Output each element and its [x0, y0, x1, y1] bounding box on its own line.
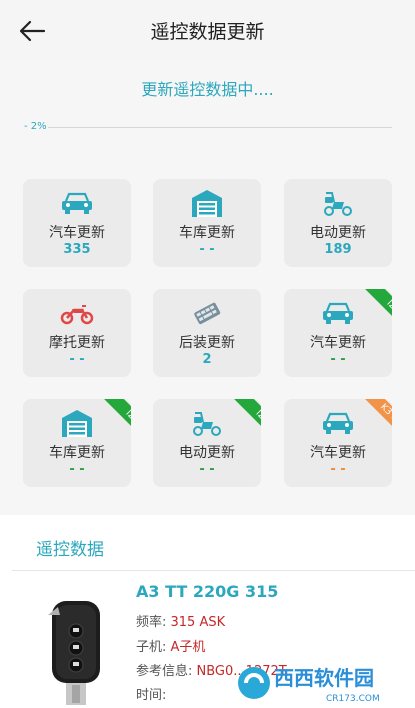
frequency-row: 频率: 315 ASK: [136, 611, 225, 630]
scooter-icon: [284, 189, 392, 217]
watermark-url: CR173.COM: [326, 694, 380, 704]
time-row: 时间:: [136, 684, 166, 703]
update-tile-2[interactable]: 车库更新 - -: [153, 179, 261, 267]
tile-count: - -: [199, 462, 215, 477]
ribbon-label: I2: [100, 399, 131, 435]
progress-bar: [48, 127, 392, 128]
tile-count: 2: [202, 352, 212, 367]
tile-label: 汽车更新: [310, 445, 366, 461]
progress-percent-label: - 2%: [24, 121, 47, 132]
ribbon-label: K3 eff: [361, 399, 392, 435]
corner-ribbon: I2: [356, 289, 392, 325]
ribbon-label: I2: [230, 399, 261, 435]
tile-label: 车库更新: [179, 225, 235, 241]
update-tile-5[interactable]: 后装更新 2: [153, 289, 261, 377]
corner-ribbon: I2: [225, 399, 261, 435]
update-status-text: 更新遥控数据中....: [141, 80, 274, 99]
sub-unit-row: 子机: A子机: [136, 636, 205, 655]
sub-unit-label: 子机:: [136, 640, 171, 655]
corner-ribbon: K3 eff: [356, 399, 392, 435]
tile-label: 电动更新: [179, 445, 235, 461]
frequency-label: 频率:: [136, 615, 171, 630]
car-key-remote-image: [48, 601, 100, 705]
tile-label: 摩托更新: [49, 335, 105, 351]
page-title: 遥控数据更新: [150, 21, 265, 43]
update-category-grid: 汽车更新 335 车库更新 - - 电动更新 189 摩托更新 - - 后装更新 2 汽车更新 - -…: [23, 179, 392, 487]
motorcycle-icon: [23, 299, 131, 327]
watermark-brand: 西西软件园: [274, 666, 374, 690]
update-tile-8[interactable]: 电动更新 - - I2: [153, 399, 261, 487]
reference-label: 参考信息:: [136, 664, 197, 679]
update-tile-4[interactable]: 摩托更新 - -: [23, 289, 131, 377]
update-tile-6[interactable]: 汽车更新 - - I2: [284, 289, 392, 377]
tile-count: - -: [69, 462, 85, 477]
tile-label: 汽车更新: [310, 335, 366, 351]
frequency-value: 315 ASK: [170, 615, 226, 630]
update-tile-9[interactable]: 汽车更新 - - K3 eff: [284, 399, 392, 487]
site-watermark-logo: 西西软件园 CR173.COM: [238, 666, 380, 704]
update-tile-7[interactable]: 车库更新 - - I2: [23, 399, 131, 487]
tile-label: 电动更新: [310, 225, 366, 241]
section-title: 遥控数据: [36, 540, 104, 560]
corner-ribbon: I2: [95, 399, 131, 435]
update-tile-1[interactable]: 汽车更新 335: [23, 179, 131, 267]
ribbon-label: I2: [361, 289, 392, 325]
tile-count: - -: [330, 462, 346, 477]
divider: [12, 570, 415, 571]
tile-label: 后装更新: [179, 335, 235, 351]
sub-unit-value: A子机: [170, 640, 206, 655]
car-icon: [23, 189, 131, 217]
garage-icon: [153, 189, 261, 217]
time-label: 时间:: [136, 688, 167, 703]
keyboard-icon: [153, 299, 261, 327]
tile-count: - -: [199, 242, 215, 257]
tile-label: 车库更新: [49, 445, 105, 461]
update-tile-3[interactable]: 电动更新 189: [284, 179, 392, 267]
tile-count: - -: [69, 352, 85, 367]
tile-label: 汽车更新: [49, 225, 105, 241]
app-header: 遥控数据更新: [0, 0, 415, 62]
remote-model: A3 TT 220G 315: [136, 582, 279, 601]
tile-count: 189: [324, 242, 352, 257]
tile-count: 335: [63, 242, 91, 257]
tile-count: - -: [330, 352, 346, 367]
